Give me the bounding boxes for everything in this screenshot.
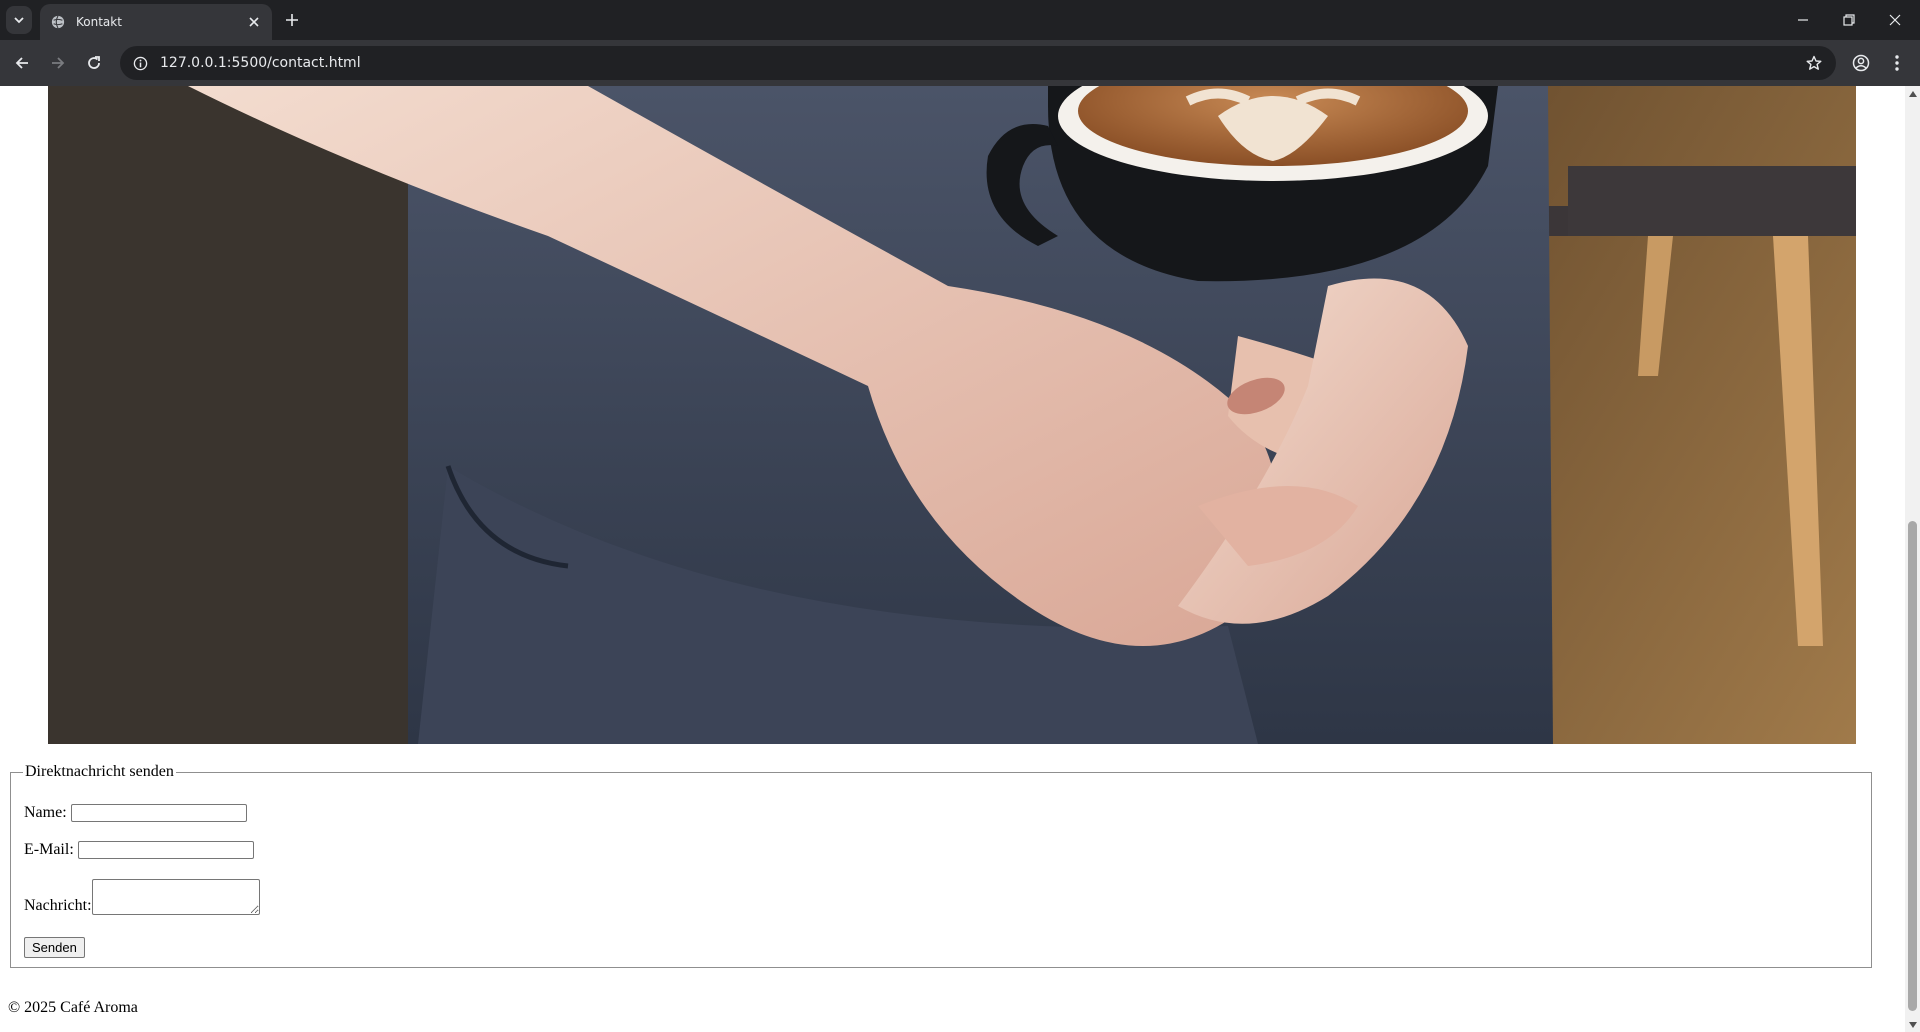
new-tab-plus-icon[interactable] bbox=[280, 8, 304, 32]
minimize-icon[interactable] bbox=[1780, 0, 1826, 40]
name-label: Name: bbox=[24, 804, 67, 821]
page-viewport: Direktnachricht senden Name: E-Mail: Nac… bbox=[0, 86, 1905, 1032]
browser-toolbar: 127.0.0.1:5500/contact.html bbox=[0, 40, 1920, 86]
scroll-thumb[interactable] bbox=[1908, 521, 1917, 1011]
address-bar[interactable]: 127.0.0.1:5500/contact.html bbox=[120, 46, 1836, 80]
active-tab[interactable]: Kontakt bbox=[40, 4, 272, 40]
contact-form: Direktnachricht senden Name: E-Mail: Nac… bbox=[10, 763, 1872, 968]
back-arrow-icon[interactable] bbox=[8, 49, 36, 77]
profile-icon[interactable] bbox=[1847, 49, 1875, 77]
globe-icon bbox=[50, 14, 66, 30]
close-tab-icon[interactable] bbox=[244, 12, 264, 32]
message-field[interactable] bbox=[91, 879, 260, 915]
scroll-down-arrow-icon[interactable] bbox=[1905, 1017, 1920, 1032]
hero-image bbox=[48, 86, 1856, 744]
name-row: Name: bbox=[24, 804, 247, 822]
email-row: E-Mail: bbox=[24, 841, 254, 859]
tab-title: Kontakt bbox=[76, 15, 122, 29]
send-button[interactable]: Senden bbox=[24, 937, 85, 958]
footer-copyright: © 2025 Café Aroma bbox=[8, 999, 138, 1016]
scroll-up-arrow-icon[interactable] bbox=[1905, 86, 1920, 101]
tab-strip: Kontakt bbox=[0, 0, 1920, 40]
email-label: E-Mail: bbox=[24, 841, 74, 858]
site-info-icon[interactable] bbox=[130, 53, 150, 73]
forward-arrow-icon[interactable] bbox=[44, 49, 72, 77]
reload-icon[interactable] bbox=[80, 49, 108, 77]
vertical-scrollbar[interactable] bbox=[1905, 86, 1920, 1032]
bookmark-star-icon[interactable] bbox=[1804, 53, 1824, 73]
tab-search-chevron-down-icon[interactable] bbox=[6, 6, 32, 34]
kebab-menu-icon[interactable] bbox=[1883, 49, 1911, 77]
url-text[interactable]: 127.0.0.1:5500/contact.html bbox=[160, 55, 361, 71]
name-field[interactable] bbox=[70, 804, 247, 822]
message-label: Nachricht: bbox=[24, 897, 92, 914]
close-window-icon[interactable] bbox=[1872, 0, 1918, 40]
restore-icon[interactable] bbox=[1826, 0, 1872, 40]
email-field[interactable] bbox=[77, 841, 254, 859]
form-legend: Direktnachricht senden bbox=[25, 763, 174, 780]
message-row: Nachricht: bbox=[24, 879, 260, 915]
